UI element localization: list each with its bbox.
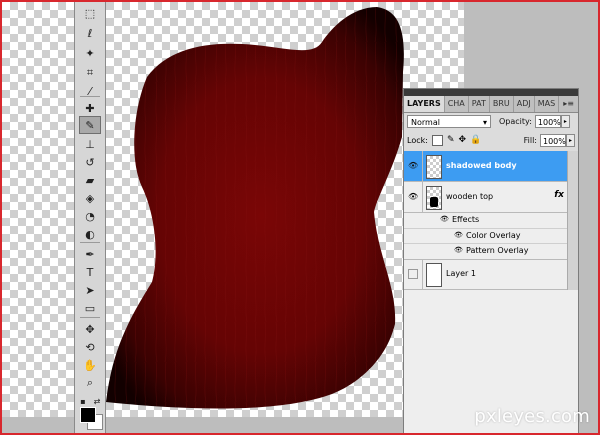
3d-orbit-tool-icon[interactable]: ⟲ [79,338,101,356]
tab-masks[interactable]: MAS [535,96,560,112]
effect-label: Color Overlay [466,231,521,240]
hand-tool-icon[interactable]: ✋ [79,356,101,374]
opacity-input[interactable]: 100% [534,114,561,128]
lock-image-pixels-icon[interactable]: ✎ [447,135,455,145]
tab-layers[interactable]: LAYERS [404,96,445,112]
dodge-tool-icon[interactable]: ◐ [79,225,101,243]
layer-row-layer-1[interactable]: Layer 1 [404,259,578,290]
layer-row-wooden-top[interactable]: 👁 wooden top fx ▲ [404,182,578,213]
eye-icon[interactable]: 👁 [440,215,449,223]
healing-brush-tool-icon[interactable]: ✚ [79,99,101,117]
panel-menu-icon[interactable]: ▸≡ [559,96,578,112]
history-brush-tool-icon[interactable]: ↺ [79,153,101,171]
layer-effects-icon[interactable]: fx [554,190,564,200]
layer-mask-shape [430,197,438,207]
brush-tool-icon[interactable]: ✎ [79,116,101,134]
panel-tabs: LAYERS CHA PAT BRU ADJ MAS ▸≡ [404,96,578,113]
blend-row: Normal ▾ Opacity: 100% ▸ [407,113,575,129]
effect-label: Pattern Overlay [466,246,529,255]
blur-tool-icon[interactable]: ◔ [79,207,101,225]
lock-label: Lock: [407,135,428,145]
tab-brushes[interactable]: BRU [490,96,514,112]
layers-scrollbar[interactable] [567,151,578,290]
crop-tool-icon[interactable]: ⌗ [79,64,101,82]
layer-thumbnail [426,186,442,210]
eye-icon[interactable]: 👁 [408,192,418,202]
lock-row: Lock: ✎ ✥ 🔒 Fill: 100% ▸ [407,132,575,148]
lock-all-icon[interactable]: 🔒 [470,135,481,145]
fill-slider-toggle-icon[interactable]: ▸ [566,133,575,147]
tool-separator [80,96,100,97]
marquee-tool-icon[interactable]: ⬚ [79,4,101,22]
eye-icon[interactable]: 👁 [454,231,463,239]
3d-rotate-tool-icon[interactable]: ✥ [79,320,101,338]
magic-wand-tool-icon[interactable]: ✦ [79,44,101,62]
layers-list: 👁 shadowed body 👁 wooden top fx ▲ 👁 Effe… [404,151,578,433]
opacity-label: Opacity: [499,116,532,126]
eyedropper-tool-icon[interactable]: ⁄ [79,82,101,100]
pen-tool-icon[interactable]: ✒ [79,245,101,263]
blend-mode-value: Normal [411,117,440,127]
watermark: pxleyes.com [474,406,590,427]
visibility-toggle[interactable] [408,269,418,279]
fill-label: Fill: [523,135,537,145]
effect-row-color-overlay[interactable]: 👁 Color Overlay [404,228,578,244]
layer-name: Layer 1 [446,269,476,278]
layer-thumbnail [426,155,442,179]
layers-panel: LAYERS CHA PAT BRU ADJ MAS ▸≡ Normal ▾ O… [403,88,579,433]
panel-title-bar[interactable] [404,89,578,96]
layer-row-shadowed-body[interactable]: 👁 shadowed body [404,151,578,182]
layer-name: shadowed body [446,161,517,170]
path-selection-tool-icon[interactable]: ➤ [79,281,101,299]
tab-adjustments[interactable]: ADJ [514,96,535,112]
fill-input[interactable]: 100% [540,133,566,147]
foreground-color-swatch[interactable] [80,407,96,423]
eye-icon[interactable]: 👁 [408,161,418,171]
lasso-tool-icon[interactable]: ℓ [79,24,101,42]
tab-channels[interactable]: CHA [445,96,469,112]
shape-tool-icon[interactable]: ▭ [79,299,101,317]
screenshot-frame: ⬚ ℓ ✦ ⌗ ⁄ ✚ ✎ ⊥ ↺ ▰ ◈ ◔ ◐ ✒ T ➤ ▭ ✥ ⟲ ✋ … [0,0,600,435]
tool-separator [80,242,100,243]
effects-row[interactable]: 👁 Effects [404,213,578,228]
eraser-tool-icon[interactable]: ▰ [79,171,101,189]
layer-thumbnail [426,263,442,287]
tool-separator [80,317,100,318]
eye-icon[interactable]: 👁 [454,246,463,254]
effects-label: Effects [452,215,480,224]
blend-mode-select[interactable]: Normal ▾ [407,114,491,128]
chevron-down-icon: ▾ [482,117,487,127]
zoom-tool-icon[interactable]: ⌕ [79,374,101,392]
lock-transparent-pixels-icon[interactable] [431,134,443,146]
clone-stamp-tool-icon[interactable]: ⊥ [79,135,101,153]
layer-name: wooden top [446,192,494,201]
lock-position-icon[interactable]: ✥ [458,135,466,145]
opacity-slider-toggle-icon[interactable]: ▸ [560,114,570,128]
paint-bucket-tool-icon[interactable]: ◈ [79,189,101,207]
type-tool-icon[interactable]: T [79,263,101,281]
tools-panel: ⬚ ℓ ✦ ⌗ ⁄ ✚ ✎ ⊥ ↺ ▰ ◈ ◔ ◐ ✒ T ➤ ▭ ✥ ⟲ ✋ … [74,2,106,433]
tab-paths[interactable]: PAT [469,96,490,112]
effect-row-pattern-overlay[interactable]: 👁 Pattern Overlay [404,243,578,260]
